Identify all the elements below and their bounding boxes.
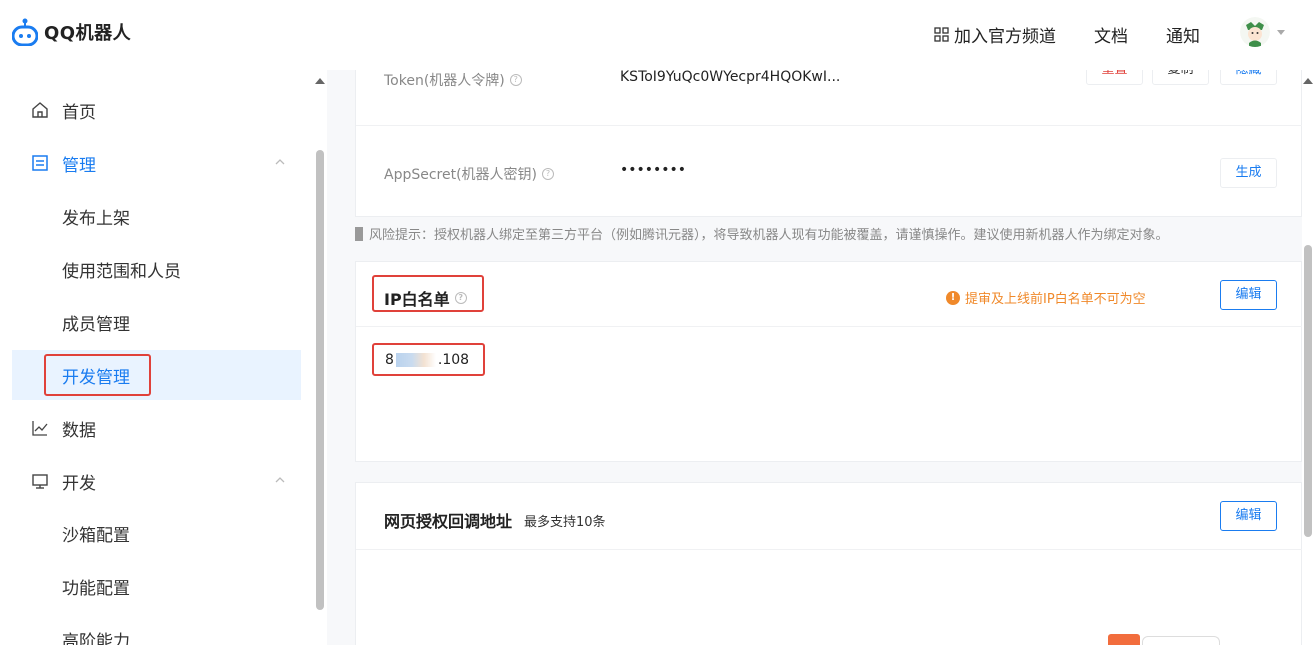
sidebar-item-home[interactable]: 首页	[0, 84, 313, 136]
sidebar-scrollbar-thumb[interactable]	[316, 150, 324, 610]
sidebar-item-dev[interactable]: 开发	[0, 455, 313, 507]
highlight-box-dev-manage	[44, 354, 151, 396]
sidebar-item-sandbox[interactable]: 沙箱配置	[0, 508, 313, 558]
divider	[356, 326, 1302, 327]
main-content: Token(机器人令牌) ? KSToI9YuQc0WYecpr4HQOKwI.…	[327, 70, 1302, 645]
manage-icon	[32, 155, 48, 171]
chevron-up-icon[interactable]	[275, 157, 285, 167]
token-label: Token(机器人令牌) ?	[384, 70, 522, 90]
generate-secret-button[interactable]: 生成	[1220, 158, 1277, 188]
sidebar-item-label: 发布上架	[62, 209, 130, 229]
home-icon	[32, 102, 48, 118]
line-chart-icon	[32, 421, 48, 436]
ip-warning-text: 提审及上线前IP白名单不可为空	[965, 292, 1146, 307]
risk-bar-icon	[355, 226, 363, 241]
monitor-icon	[32, 474, 48, 489]
join-channel-link[interactable]: 加入官方频道	[934, 22, 1056, 47]
divider	[356, 549, 1302, 550]
sidebar-item-label: 成员管理	[62, 315, 130, 335]
secret-value: ••••••••	[620, 162, 687, 178]
avatar[interactable]	[1240, 17, 1270, 47]
notify-link[interactable]: 通知	[1166, 22, 1200, 47]
top-header: QQ机器人 加入官方频道 文档 通知	[0, 0, 1315, 70]
callback-card: 网页授权回调地址 最多支持10条 编辑	[355, 482, 1302, 645]
help-icon[interactable]: ?	[542, 168, 555, 180]
warning-icon: !	[946, 290, 960, 305]
edit-ip-button[interactable]: 编辑	[1220, 280, 1277, 310]
token-value: KSToI9YuQc0WYecpr4HQOKwI...	[620, 70, 841, 85]
floating-widget-icon[interactable]	[1108, 634, 1140, 645]
copy-token-button[interactable]: 复制	[1152, 70, 1209, 85]
sidebar-item-label: 沙箱配置	[62, 526, 130, 546]
floating-widget-pill[interactable]	[1142, 636, 1220, 645]
sidebar-item-data-label: 数据	[62, 421, 96, 441]
robot-icon	[12, 18, 38, 46]
sidebar-item-data[interactable]: 数据	[0, 402, 313, 454]
sidebar-item-members[interactable]: 成员管理	[0, 297, 313, 347]
callback-note: 最多支持10条	[524, 514, 606, 530]
sidebar-item-dev-label: 开发	[62, 474, 96, 494]
highlight-box-ip-entry	[372, 343, 485, 376]
edit-callback-button[interactable]: 编辑	[1220, 501, 1277, 531]
credentials-card: Token(机器人令牌) ? KSToI9YuQc0WYecpr4HQOKwI.…	[355, 70, 1302, 217]
sidebar-item-label: 使用范围和人员	[62, 262, 181, 282]
chevron-up-icon[interactable]	[275, 475, 285, 485]
logo[interactable]: QQ机器人	[12, 18, 131, 46]
sidebar-item-home-label: 首页	[62, 103, 96, 123]
sidebar-item-publish[interactable]: 发布上架	[0, 191, 313, 241]
sidebar-item-features[interactable]: 功能配置	[0, 561, 313, 611]
scroll-up-arrow-icon[interactable]	[315, 78, 325, 84]
sidebar-item-label: 高阶能力	[62, 632, 130, 645]
help-icon[interactable]: ?	[509, 74, 522, 86]
callback-title-text: 网页授权回调地址	[384, 512, 513, 531]
ip-whitelist-card: IP白名单 ? ! 提审及上线前IP白名单不可为空 编辑 8 .108	[355, 261, 1302, 462]
sidebar: 首页 管理 发布上架 使用范围和人员 成员管理 开发管理 数据 开发 沙箱配置 …	[0, 70, 313, 645]
grid-icon	[934, 27, 949, 42]
callback-title: 网页授权回调地址 最多支持10条	[384, 508, 606, 532]
docs-link[interactable]: 文档	[1094, 22, 1128, 47]
ip-warning: ! 提审及上线前IP白名单不可为空	[946, 288, 1146, 307]
highlight-box-ip-title	[372, 275, 484, 312]
sidebar-item-advanced[interactable]: 高阶能力	[0, 614, 313, 645]
logo-text: QQ机器人	[44, 23, 132, 44]
reset-token-button[interactable]: 重置	[1086, 70, 1143, 85]
hide-token-button[interactable]: 隐藏	[1220, 70, 1277, 85]
risk-notice-text: 风险提示：授权机器人绑定至第三方平台（例如腾讯元器），将导致机器人现有功能被覆盖…	[369, 228, 1169, 243]
scroll-up-arrow-icon[interactable]	[1303, 78, 1313, 84]
join-channel-label: 加入官方频道	[954, 27, 1056, 47]
main-scrollbar-thumb[interactable]	[1304, 245, 1312, 537]
token-label-text: Token(机器人令牌)	[384, 73, 505, 89]
sidebar-item-label: 功能配置	[62, 579, 130, 599]
avatar-icon	[1240, 17, 1270, 47]
divider	[356, 125, 1302, 126]
secret-label-text: AppSecret(机器人密钥)	[384, 167, 538, 183]
risk-notice: 风险提示：授权机器人绑定至第三方平台（例如腾讯元器），将导致机器人现有功能被覆盖…	[355, 224, 1169, 243]
secret-label: AppSecret(机器人密钥) ?	[384, 164, 555, 184]
sidebar-item-scope[interactable]: 使用范围和人员	[0, 244, 313, 294]
sidebar-item-manage-label: 管理	[62, 156, 96, 176]
avatar-dropdown-icon[interactable]	[1277, 30, 1285, 35]
sidebar-item-manage[interactable]: 管理	[0, 137, 313, 189]
